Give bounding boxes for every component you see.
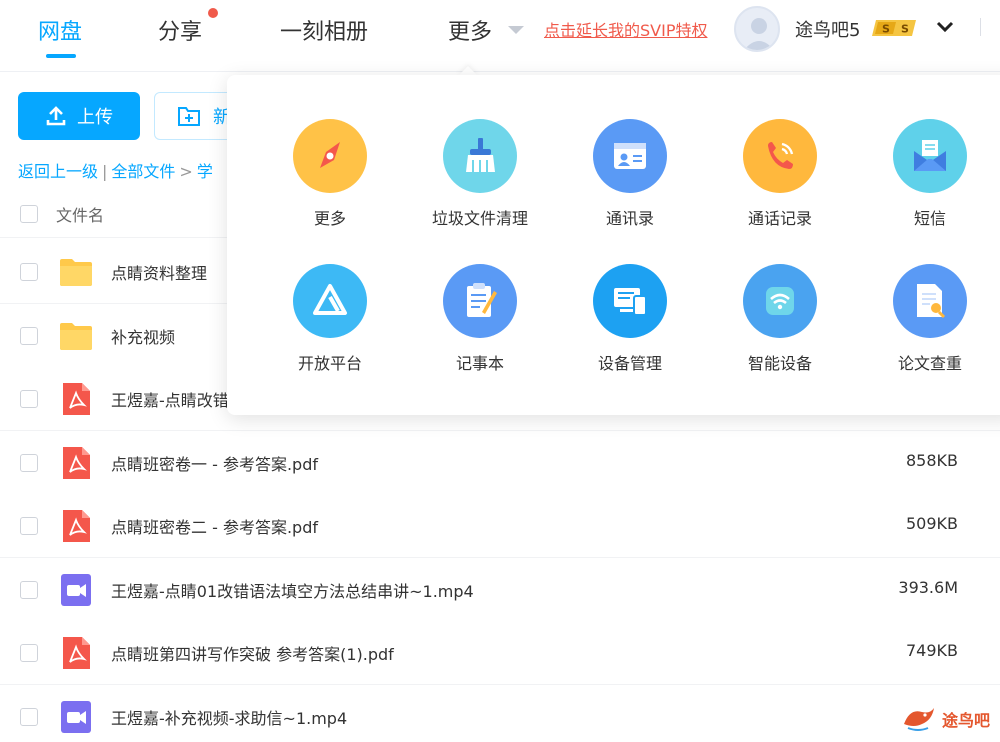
avatar[interactable] <box>734 6 780 52</box>
pdf-file-icon <box>58 381 94 417</box>
file-row[interactable]: 王煜嘉-点睛01改错语法填空方法总结串讲~1.mp4 393.6M <box>0 557 1000 622</box>
tool-item[interactable]: 更多 <box>255 119 405 229</box>
nav-divider <box>980 18 981 36</box>
select-all-checkbox[interactable] <box>20 205 38 223</box>
file-size: 509KB <box>905 514 958 533</box>
svg-text:S: S <box>882 23 890 36</box>
tab-netdisk[interactable]: 网盘 <box>38 14 82 46</box>
file-row[interactable]: 点睛班密卷一 - 参考答案.pdf 858KB <box>0 430 1000 495</box>
pdf-file-icon <box>58 445 94 481</box>
watermark-text: 途鸟吧 <box>942 711 991 730</box>
file-name[interactable]: 点睛资料整理 <box>111 260 207 284</box>
tool-item[interactable]: 通话记录 <box>705 119 855 229</box>
tool-item[interactable]: 论文查重 <box>855 264 1000 374</box>
bird-logo-icon <box>904 708 934 731</box>
tool-label: 设备管理 <box>597 354 662 373</box>
folder-icon <box>58 254 94 290</box>
breadcrumb-divider: | <box>102 162 108 181</box>
notification-dot <box>208 8 218 18</box>
pdf-file-icon <box>58 635 94 671</box>
pdf-file-icon <box>58 508 94 544</box>
folder-icon <box>58 318 94 354</box>
file-row[interactable]: 王煜嘉-补充视频-求助信~1.mp4 <box>0 684 1000 742</box>
broom-icon <box>443 119 517 193</box>
file-size: 749KB <box>905 641 958 660</box>
tool-label: 通讯录 <box>605 209 654 228</box>
watermark: 途鸟吧 <box>900 702 990 736</box>
tool-label: 论文查重 <box>897 354 962 373</box>
tool-label: 开放平台 <box>297 354 362 373</box>
notepad-icon <box>443 264 517 338</box>
tool-item[interactable]: 记事本 <box>405 264 555 374</box>
breadcrumb-back[interactable]: 返回上一级 <box>18 162 98 181</box>
tool-label: 通话记录 <box>747 209 812 228</box>
tool-label: 智能设备 <box>747 354 812 373</box>
file-name[interactable]: 点睛班密卷二 - 参考答案.pdf <box>111 514 318 538</box>
file-name[interactable]: 点睛班密卷一 - 参考答案.pdf <box>111 451 318 475</box>
file-name[interactable]: 王煜嘉-点睛01改错语法填空方法总结串讲~1.mp4 <box>111 578 474 602</box>
upload-icon <box>46 106 66 126</box>
username[interactable]: 途鸟吧5 <box>795 16 860 42</box>
tool-item[interactable]: 通讯录 <box>555 119 705 229</box>
tool-item[interactable]: 开放平台 <box>255 264 405 374</box>
caret-down-icon[interactable] <box>508 26 524 34</box>
more-tools-panel: 更多 垃圾文件清理 通讯录 通话记录 短信开放平台 记事本 设备管理 智能设备 论文查重 <box>227 75 1000 415</box>
column-filename[interactable]: 文件名 <box>56 202 104 226</box>
breadcrumb-chevron: > <box>179 162 193 181</box>
tab-share[interactable]: 分享 <box>158 14 202 46</box>
devices-icon <box>593 264 667 338</box>
upload-button[interactable]: 上传 <box>18 92 140 140</box>
tool-label: 更多 <box>313 209 346 228</box>
svip-renew-link[interactable]: 点击延长我的SVIP特权 <box>544 17 707 41</box>
row-checkbox[interactable] <box>20 263 38 281</box>
row-checkbox[interactable] <box>20 517 38 535</box>
breadcrumb-all-files[interactable]: 全部文件 <box>111 162 175 181</box>
chevron-down-icon[interactable] <box>934 16 956 38</box>
tool-label: 记事本 <box>455 354 504 373</box>
file-name[interactable]: 王煜嘉-补充视频-求助信~1.mp4 <box>111 705 347 729</box>
row-checkbox[interactable] <box>20 580 38 599</box>
upload-label: 上传 <box>77 107 113 128</box>
row-checkbox[interactable] <box>20 453 38 472</box>
tool-label: 垃圾文件清理 <box>431 209 528 228</box>
tool-label: 短信 <box>913 209 946 228</box>
svg-text:S: S <box>901 23 909 36</box>
contacts-icon <box>593 119 667 193</box>
video-file-icon <box>58 699 94 735</box>
file-row[interactable]: 点睛班密卷二 - 参考答案.pdf 509KB <box>0 494 1000 558</box>
svip-badge-icon: S S <box>872 18 920 38</box>
tool-item[interactable]: 垃圾文件清理 <box>405 119 555 229</box>
tool-item[interactable]: 短信 <box>855 119 1000 229</box>
row-checkbox[interactable] <box>20 707 38 726</box>
breadcrumb-current[interactable]: 学 <box>197 162 213 181</box>
document-search-icon <box>893 264 967 338</box>
row-checkbox[interactable] <box>20 644 38 662</box>
phone-icon <box>743 119 817 193</box>
video-file-icon <box>58 572 94 608</box>
wifi-device-icon <box>743 264 817 338</box>
file-name[interactable]: 补充视频 <box>111 324 175 348</box>
file-size: 858KB <box>905 450 958 470</box>
new-folder-icon <box>178 107 200 126</box>
tab-more[interactable]: 更多 <box>448 14 492 46</box>
breadcrumb: 返回上一级 | 全部文件 > 学 <box>18 158 213 182</box>
top-nav: 网盘 分享 一刻相册 更多 点击延长我的SVIP特权 途鸟吧5 S S <box>0 0 1000 72</box>
compass-icon <box>293 119 367 193</box>
row-checkbox[interactable] <box>20 326 38 345</box>
file-size: 393.6M <box>898 577 958 597</box>
row-checkbox[interactable] <box>20 390 38 408</box>
tool-item[interactable]: 设备管理 <box>555 264 705 374</box>
open-platform-icon <box>293 264 367 338</box>
active-tab-indicator <box>46 54 76 58</box>
file-name[interactable]: 王煜嘉-点睛改错 <box>111 387 229 411</box>
envelope-icon <box>893 119 967 193</box>
file-row[interactable]: 点睛班第四讲写作突破 参考答案(1).pdf 749KB <box>0 621 1000 685</box>
file-name[interactable]: 点睛班第四讲写作突破 参考答案(1).pdf <box>111 641 394 665</box>
tab-album[interactable]: 一刻相册 <box>280 14 368 46</box>
tool-item[interactable]: 智能设备 <box>705 264 855 374</box>
